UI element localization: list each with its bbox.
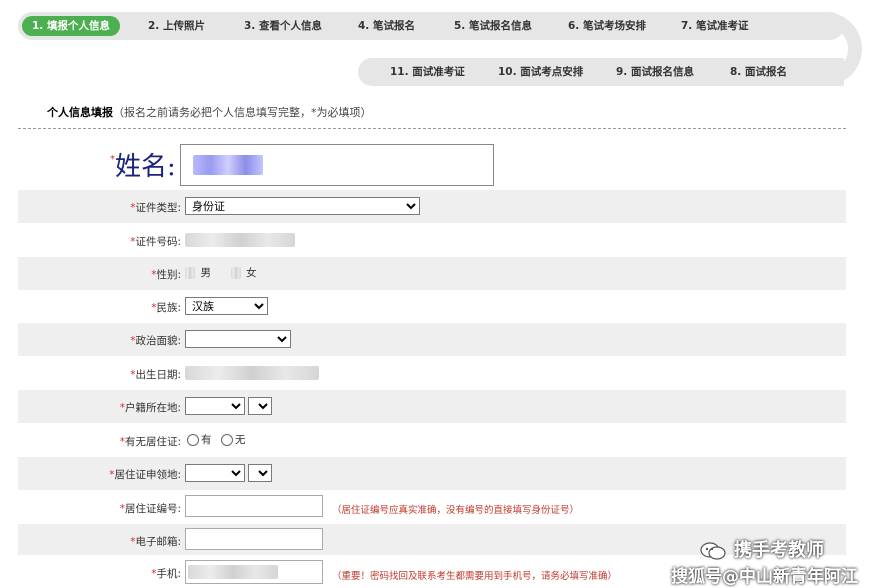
row-id-number: *证件号码: <box>18 223 846 257</box>
row-name: * 姓名: <box>18 140 846 190</box>
permit-number-hint: （居住证编号应真实准确，没有编号的直接填写身份证号） <box>332 505 580 516</box>
gender-label: *性别: <box>151 269 181 281</box>
phone-hint: （重要！密码找回及联系考生都需要用到手机号，请务必填写准确） <box>332 571 618 582</box>
has-permit-no-label: 无 <box>235 434 246 446</box>
hukou-label: *户籍所在地: <box>119 402 181 414</box>
political-label: *政治面貌: <box>130 335 181 347</box>
step-8-interview-signup[interactable]: 8. 面试报名 <box>730 62 787 82</box>
gender-options: 男 女 <box>185 265 263 280</box>
phone-value-redacted <box>188 565 278 579</box>
name-value-redacted <box>193 155 263 175</box>
permit-number-label: *居住证编号: <box>119 503 181 515</box>
row-permit-place: *居住证申领地: <box>18 457 846 490</box>
birthdate-label: *出生日期: <box>130 369 181 381</box>
watermark-text-1: 携手考教师 <box>734 540 824 561</box>
divider <box>18 128 846 129</box>
has-permit-label: *有无居住证: <box>119 436 181 448</box>
row-political: *政治面貌: <box>18 323 846 356</box>
row-has-permit: *有无居住证: 有 无 <box>18 423 846 457</box>
permit-place-label: *居住证申领地: <box>109 469 181 481</box>
step-11-interview-ticket[interactable]: 11. 面试准考证 <box>390 62 465 82</box>
row-id-type: *证件类型: 身份证 <box>18 190 846 223</box>
step-3-view-info[interactable]: 3. 查看个人信息 <box>244 16 322 36</box>
name-label: 姓名: <box>115 152 176 182</box>
gender-male-radio[interactable] <box>185 266 195 279</box>
birthdate-value-redacted[interactable] <box>185 366 319 380</box>
section-title: 个人信息填报（报名之前请务必把个人信息填写完整，*为必填项） <box>47 104 372 120</box>
email-input[interactable] <box>185 528 323 550</box>
hukou-province-select[interactable] <box>185 397 245 415</box>
permit-place-city-select[interactable] <box>248 464 272 482</box>
gender-female-radio[interactable] <box>230 266 241 279</box>
row-gender: *性别: 男 女 <box>18 257 846 290</box>
political-select[interactable] <box>185 330 291 348</box>
step-9-interview-info[interactable]: 9. 面试报名信息 <box>616 62 694 82</box>
hukou-city-select[interactable] <box>248 397 272 415</box>
ethnicity-select[interactable]: 汉族 <box>185 297 268 315</box>
has-permit-yes-radio[interactable] <box>187 433 199 446</box>
ethnicity-label: *民族: <box>151 302 181 314</box>
has-permit-yes-label: 有 <box>201 434 212 446</box>
row-hukou: *户籍所在地: <box>18 390 846 423</box>
row-birthdate: *出生日期: <box>18 356 846 390</box>
step-6-written-room[interactable]: 6. 笔试考场安排 <box>568 16 646 36</box>
step-1-fill-info[interactable]: 1. 填报个人信息 <box>22 16 120 36</box>
phone-label: *手机: <box>151 568 181 580</box>
name-input[interactable] <box>180 144 494 186</box>
has-permit-options: 有 无 <box>185 432 252 447</box>
permit-place-province-select[interactable] <box>185 464 245 482</box>
watermark-line1: 携手考教师 <box>700 536 824 562</box>
phone-input[interactable] <box>185 560 323 584</box>
row-permit-number: *居住证编号: （居住证编号应真实准确，没有编号的直接填写身份证号） <box>18 490 846 524</box>
step-10-interview-site[interactable]: 10. 面试考点安排 <box>498 62 583 82</box>
watermark-line2: 搜狐号@中山新青年阿江 <box>671 567 858 587</box>
id-type-select[interactable]: 身份证 <box>185 197 420 215</box>
email-label: *电子邮箱: <box>130 536 181 548</box>
section-note: （报名之前请务必把个人信息填写完整，*为必填项） <box>113 106 372 119</box>
id-number-label: *证件号码: <box>130 236 181 248</box>
section-title-text: 个人信息填报 <box>47 106 113 119</box>
gender-female-label: 女 <box>246 267 257 279</box>
permit-number-input[interactable] <box>185 495 323 517</box>
row-ethnicity: *民族: 汉族 <box>18 290 846 323</box>
step-7-written-ticket[interactable]: 7. 笔试准考证 <box>681 16 748 36</box>
gender-male-label: 男 <box>200 267 212 279</box>
step-4-written-signup[interactable]: 4. 笔试报名 <box>358 16 415 36</box>
wechat-icon <box>700 542 726 560</box>
id-type-label: *证件类型: <box>130 202 181 214</box>
has-permit-no-radio[interactable] <box>221 433 233 446</box>
step-5-written-info[interactable]: 5. 笔试报名信息 <box>454 16 532 36</box>
step-progress-bar: 1. 填报个人信息 2. 上传照片 3. 查看个人信息 4. 笔试报名 5. 笔… <box>18 12 862 86</box>
step-2-upload-photo[interactable]: 2. 上传照片 <box>148 16 205 36</box>
id-number-value-redacted <box>185 233 295 247</box>
